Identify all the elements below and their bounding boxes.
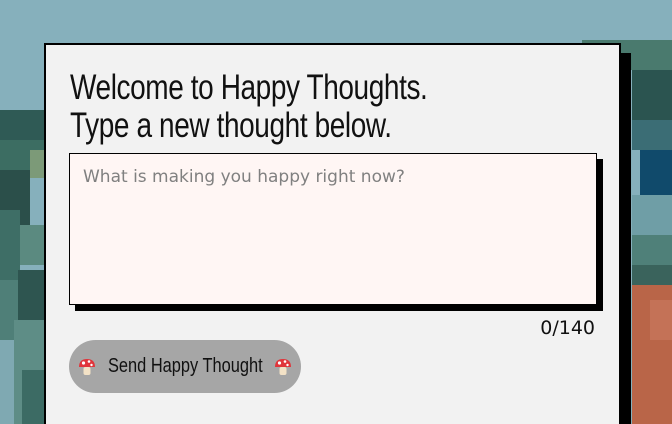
character-counter: 0/140	[540, 317, 595, 339]
new-thought-card: Welcome to Happy Thoughts. Type a new th…	[44, 43, 621, 424]
welcome-heading: Welcome to Happy Thoughts. Type a new th…	[70, 68, 428, 145]
welcome-line-1: Welcome to Happy Thoughts.	[70, 68, 428, 107]
send-button-label: Send Happy Thought	[107, 355, 263, 377]
welcome-line-2: Type a new thought below.	[70, 106, 392, 145]
mushroom-icon	[275, 358, 292, 375]
send-happy-thought-button[interactable]: Send Happy Thought	[69, 340, 301, 393]
mushroom-icon	[78, 358, 95, 375]
thought-textarea[interactable]	[69, 153, 597, 305]
